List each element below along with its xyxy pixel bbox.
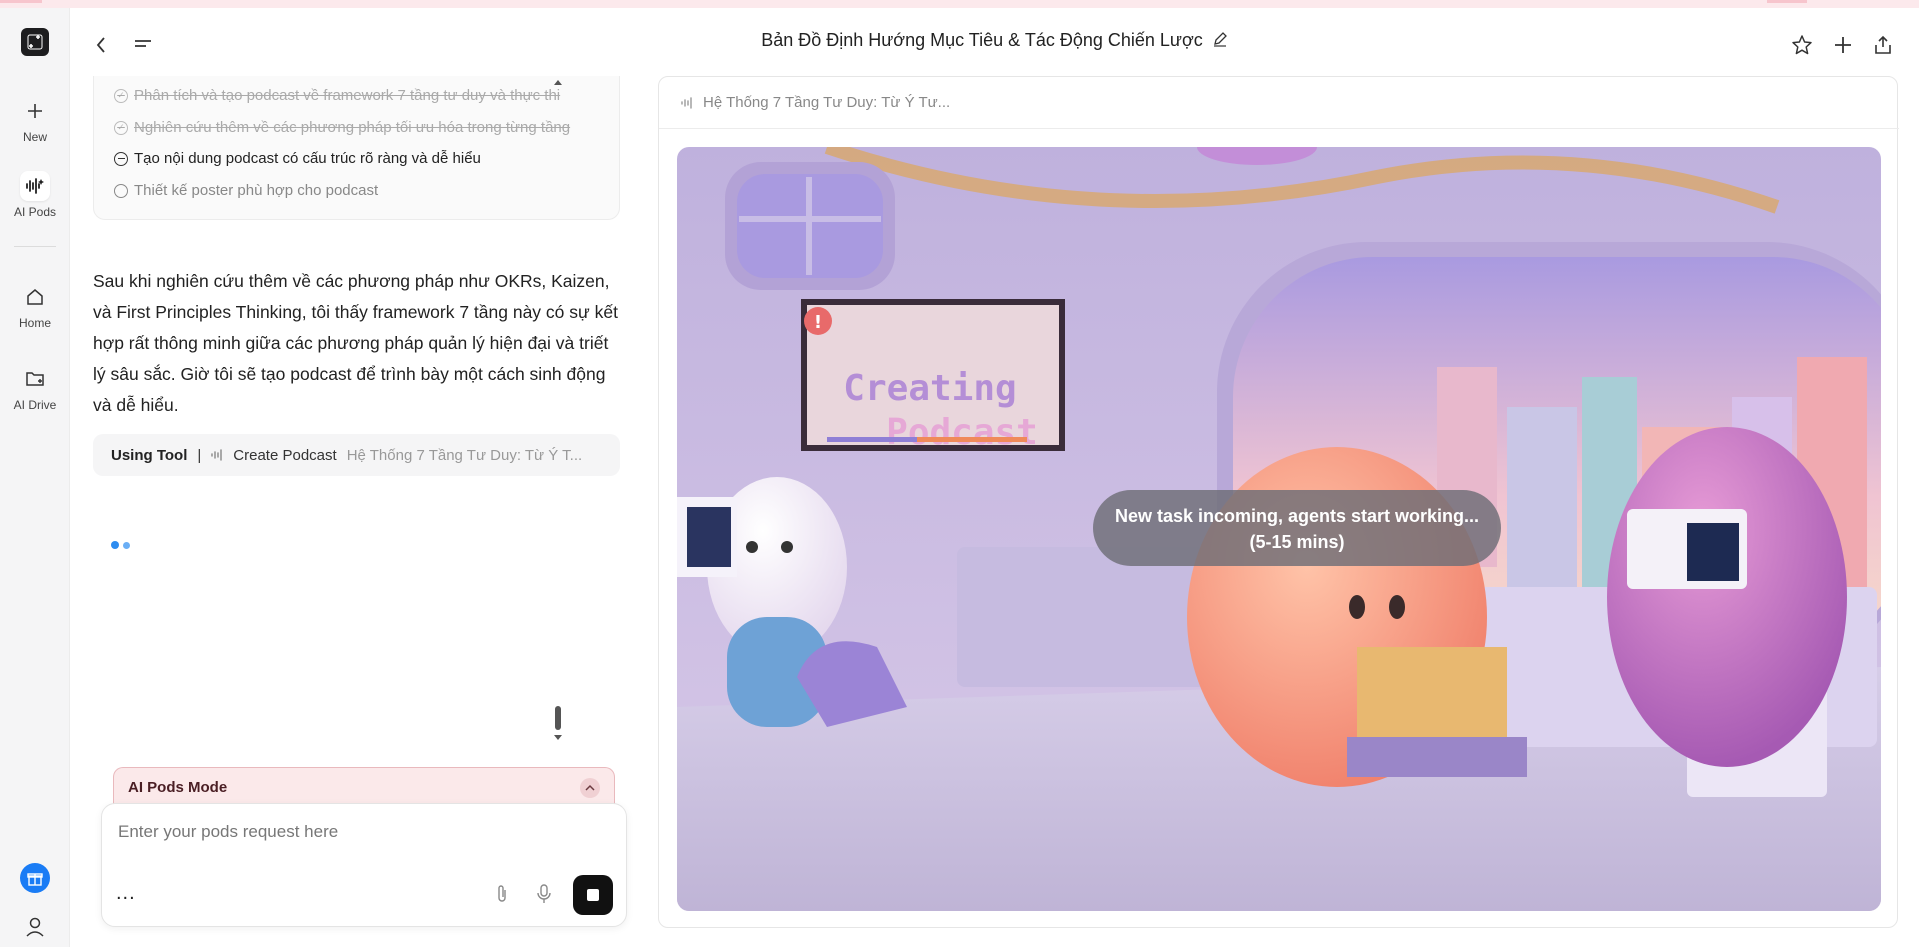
- page-title: Bản Đồ Định Hướng Mục Tiêu & Tác Động Ch…: [761, 30, 1203, 50]
- rail-item-label: New: [22, 130, 47, 144]
- microphone-icon[interactable]: [536, 884, 552, 909]
- empty-circle-icon: [114, 183, 128, 198]
- audio-wave-icon: [20, 171, 50, 201]
- home-icon: [20, 282, 50, 312]
- svg-text:!: !: [814, 312, 822, 333]
- attach-icon[interactable]: [495, 884, 509, 909]
- assistant-message: Sau khi nghiên cứu thêm về các phương ph…: [93, 271, 618, 415]
- star-icon: [1792, 35, 1812, 55]
- check-circle-icon: ✓: [114, 120, 128, 135]
- plan-item: Thiết kế poster phù hợp cho podcast: [114, 182, 378, 199]
- podcast-generation-illustration: ! Creating Podcast New task incoming, ag…: [677, 147, 1881, 911]
- plus-icon: [20, 96, 50, 126]
- header: Bản Đồ Định Hướng Mục Tiêu & Tác Động Ch…: [70, 8, 1919, 76]
- share-icon: [1875, 35, 1891, 54]
- rail-divider: [14, 246, 56, 247]
- stop-button[interactable]: [573, 875, 613, 915]
- scrollbar-thumb[interactable]: [555, 706, 561, 730]
- plan-item: ✓ Phân tích và tạo podcast về framework …: [114, 87, 560, 104]
- rail-item-home[interactable]: Home: [0, 282, 70, 330]
- share-button[interactable]: [1868, 30, 1898, 60]
- rail-item-label: AI Pods: [13, 205, 57, 219]
- request-input[interactable]: Enter your pods request here: [118, 822, 338, 842]
- left-rail: New AI Pods Home AI Drive: [0, 8, 70, 947]
- podcast-preview-panel: Hệ Thống 7 Tầng Tư Duy: Từ Ý Tư... ! Cre…: [658, 76, 1899, 928]
- tool-separator: |: [197, 446, 202, 464]
- plus-icon: [1835, 37, 1851, 53]
- scroll-down-icon: [554, 735, 562, 740]
- sign-text-line1: Creating: [843, 368, 1016, 409]
- more-options-button[interactable]: ...: [116, 882, 136, 905]
- chat-scrollbar[interactable]: [553, 76, 563, 756]
- folder-icon: [20, 364, 50, 394]
- rail-item-label: AI Drive: [13, 398, 57, 412]
- gift-icon[interactable]: [20, 863, 50, 893]
- panel-header: Hệ Thống 7 Tầng Tư Duy: Từ Ý Tư...: [659, 77, 1899, 129]
- tool-argument: Hệ Thống 7 Tầng Tư Duy: Từ Ý T...: [346, 446, 583, 464]
- plan-item-text: Phân tích và tạo podcast về framework 7 …: [134, 87, 561, 104]
- audio-wave-icon: [211, 449, 222, 461]
- rail-item-new[interactable]: New: [0, 96, 70, 144]
- strip-segment: [1767, 0, 1807, 3]
- add-button[interactable]: [1828, 30, 1858, 60]
- edit-title-icon[interactable]: [1212, 31, 1228, 52]
- rail-item-ai-pods[interactable]: AI Pods: [0, 171, 70, 219]
- page-title-wrap: Bản Đồ Định Hướng Mục Tiêu & Tác Động Ch…: [70, 30, 1919, 52]
- task-plan-list: ✓ Phân tích và tạo podcast về framework …: [93, 76, 620, 220]
- sign-text-line2: Podcast: [886, 412, 1038, 453]
- audio-wave-icon: [681, 96, 692, 109]
- status-line-2: (5-15 mins): [1249, 532, 1345, 552]
- tool-usage-chip[interactable]: Using Tool | Create Podcast Hệ Thống 7 T…: [93, 434, 620, 476]
- user-profile-icon[interactable]: [25, 916, 45, 938]
- scroll-up-icon: [554, 80, 562, 85]
- panel-title: Hệ Thống 7 Tầng Tư Duy: Từ Ý Tư...: [703, 94, 951, 111]
- tool-name: Create Podcast: [233, 446, 337, 464]
- composer: Enter your pods request here ...: [101, 803, 627, 927]
- strip-segment: [0, 0, 42, 3]
- rail-item-label: Home: [18, 316, 51, 330]
- top-notification-strip: [0, 0, 1919, 8]
- plan-item: Tạo nội dung podcast có cấu trúc rõ ràng…: [114, 150, 481, 167]
- plan-item-text: Tạo nội dung podcast có cấu trúc rõ ràng…: [134, 150, 481, 167]
- favorite-button[interactable]: [1787, 30, 1817, 60]
- rail-item-ai-drive[interactable]: AI Drive: [0, 364, 70, 412]
- chevron-up-icon[interactable]: [580, 778, 600, 798]
- status-line-1: New task incoming, agents start working.…: [1114, 506, 1480, 526]
- loading-dots: [111, 536, 134, 554]
- check-circle-icon: ✓: [114, 88, 128, 103]
- mode-label: AI Pods Mode: [128, 779, 228, 796]
- app-logo-icon[interactable]: [21, 28, 49, 56]
- plan-item: ✓ Nghiên cứu thêm về các phương pháp tối…: [114, 119, 570, 136]
- plan-item-text: Nghiên cứu thêm về các phương pháp tối ư…: [134, 119, 571, 136]
- in-progress-circle-icon: [114, 151, 128, 166]
- tool-status-label: Using Tool: [111, 446, 188, 464]
- stop-icon: [587, 889, 599, 901]
- task-status-overlay: New task incoming, agents start working.…: [1093, 490, 1501, 566]
- plan-item-text: Thiết kế poster phù hợp cho podcast: [134, 182, 379, 199]
